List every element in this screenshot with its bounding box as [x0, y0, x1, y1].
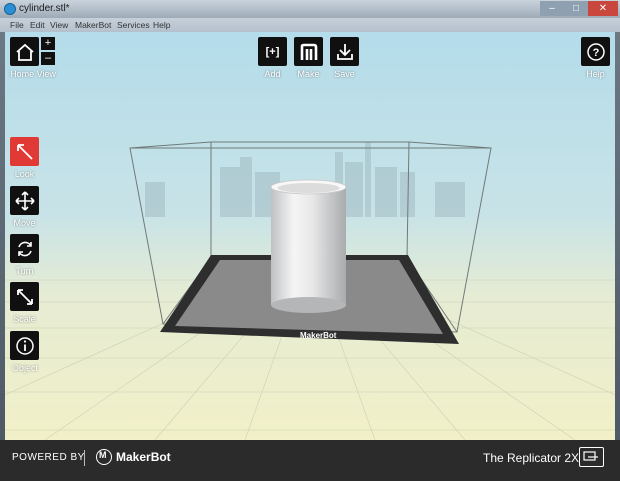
- tool-turn-label: Turn: [15, 266, 34, 276]
- close-button[interactable]: ✕: [588, 1, 618, 16]
- makerbot-m-icon: [300, 43, 317, 60]
- app-window: cylinder.stl* – □ ✕ File Edit View Maker…: [0, 0, 620, 481]
- add-label: Add: [264, 69, 281, 79]
- tool-turn-button[interactable]: [10, 234, 39, 263]
- tool-look-button[interactable]: [10, 137, 39, 166]
- save-label: Save: [334, 69, 355, 79]
- menu-makerbot[interactable]: MakerBot: [75, 20, 111, 30]
- title-bar: cylinder.stl* – □ ✕: [0, 0, 620, 18]
- menu-edit[interactable]: Edit: [30, 20, 45, 30]
- make-label: Make: [297, 69, 320, 79]
- printer-icon: [583, 451, 598, 461]
- zoom-in-button[interactable]: +: [41, 37, 55, 50]
- 3d-viewport[interactable]: MakerBot + – Home View [+] Add Make Save…: [5, 32, 615, 440]
- menu-bar: File Edit View MakerBot Services Help: [0, 18, 620, 32]
- add-button[interactable]: [+]: [258, 37, 287, 66]
- add-icon: [+]: [265, 45, 280, 58]
- scene-canvas: MakerBot: [5, 141, 615, 440]
- printer-name: The Replicator 2X: [483, 451, 580, 465]
- tool-move-button[interactable]: [10, 186, 39, 215]
- tool-object-button[interactable]: [10, 331, 39, 360]
- object-info-icon: [15, 336, 34, 355]
- makerbot-logo-icon: [96, 449, 112, 465]
- app-icon: [4, 3, 16, 15]
- menu-view[interactable]: View: [50, 20, 68, 30]
- turn-icon: [17, 241, 32, 256]
- help-label: Help: [586, 69, 605, 79]
- tool-look-label: Look: [14, 169, 35, 179]
- menu-file[interactable]: File: [10, 20, 24, 30]
- menu-services[interactable]: Services: [117, 20, 150, 30]
- home-view-button[interactable]: [10, 37, 39, 66]
- tool-scale-label: Scale: [13, 314, 36, 324]
- look-icon: [16, 143, 33, 160]
- minimize-button[interactable]: –: [540, 1, 564, 16]
- build-plate-brand: MakerBot: [300, 331, 337, 340]
- footer-brand: MakerBot: [116, 450, 171, 464]
- tool-scale-button[interactable]: [10, 282, 39, 311]
- svg-text:?: ?: [592, 47, 599, 59]
- move-icon: [14, 190, 35, 211]
- cylinder-model[interactable]: [270, 179, 347, 313]
- save-button[interactable]: [330, 37, 359, 66]
- download-icon: [336, 43, 353, 60]
- printer-settings-button[interactable]: [579, 447, 604, 467]
- menu-help[interactable]: Help: [153, 20, 170, 30]
- scale-icon: [16, 288, 33, 305]
- window-title: cylinder.stl*: [19, 3, 70, 14]
- tool-object-label: Object: [11, 363, 38, 373]
- home-icon: [15, 43, 34, 61]
- zoom-out-button[interactable]: –: [41, 52, 55, 65]
- tool-move-label: Move: [13, 218, 36, 228]
- help-button[interactable]: ?: [581, 37, 610, 66]
- help-icon: ?: [586, 42, 605, 61]
- home-view-label: Home View: [10, 69, 56, 79]
- make-button[interactable]: [294, 37, 323, 66]
- maximize-button[interactable]: □: [564, 1, 588, 16]
- footer-divider: [84, 450, 85, 466]
- footer-bar: POWERED BY MakerBot The Replicator 2X: [0, 440, 620, 481]
- powered-by-text: POWERED BY: [12, 452, 85, 463]
